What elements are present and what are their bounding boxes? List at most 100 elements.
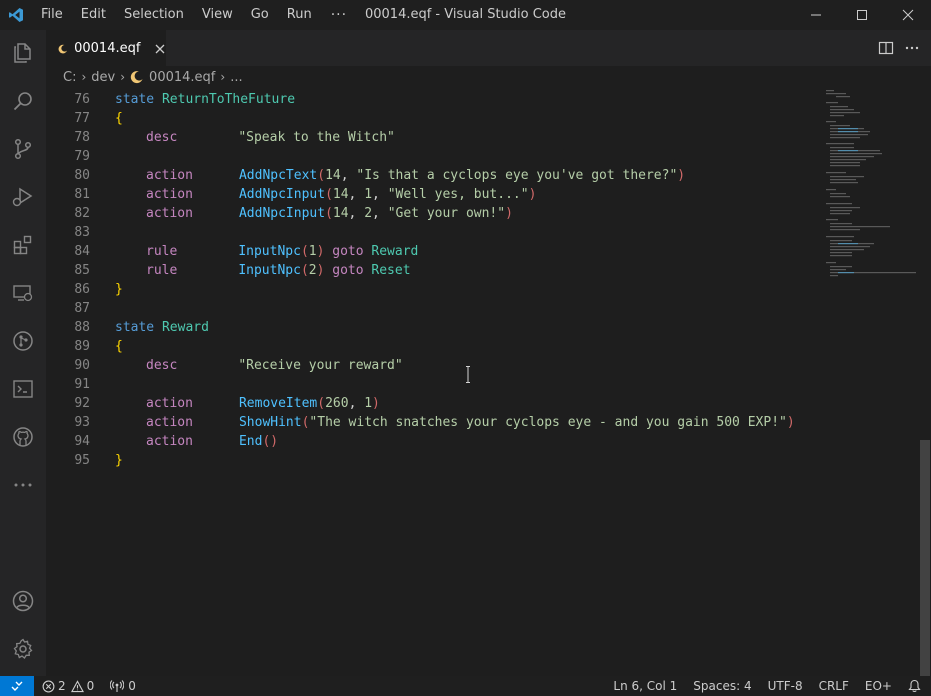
menu-more-button[interactable]: ··· <box>321 0 357 30</box>
code-line: action ShowHint("The witch snatches your … <box>115 413 795 432</box>
source-control-icon <box>14 138 32 160</box>
code-line: action End() <box>115 432 278 451</box>
minimap[interactable] <box>824 88 916 288</box>
code-line: desc "Receive your reward" <box>115 356 403 375</box>
separator: , <box>348 187 365 202</box>
line-number: 90 <box>74 358 90 373</box>
remote-icon <box>11 681 23 691</box>
string-literal: "The witch snatches your cyclops eye - a… <box>309 415 787 430</box>
split-editor-icon <box>878 41 894 55</box>
vertical-scrollbar[interactable] <box>917 88 931 676</box>
extensions-button[interactable] <box>0 222 46 268</box>
search-button[interactable] <box>0 78 46 124</box>
maximize-button[interactable] <box>839 0 885 30</box>
error-count: 2 <box>58 679 66 693</box>
line-number: 77 <box>74 111 90 126</box>
minimize-button[interactable] <box>793 0 839 30</box>
separator: , <box>348 206 365 221</box>
scrollbar-thumb[interactable] <box>920 440 930 676</box>
state-name: ReturnToTheFuture <box>161 92 296 107</box>
notifications-button[interactable] <box>900 676 931 696</box>
line-number: 83 <box>74 225 90 240</box>
paren: ( <box>317 396 326 411</box>
remote-explorer-button[interactable] <box>0 270 46 316</box>
moon-file-icon <box>130 71 143 84</box>
accounts-button[interactable] <box>0 578 46 624</box>
keyword-action: action <box>146 187 193 202</box>
remote-indicator-button[interactable] <box>0 676 34 696</box>
number-literal: 14 <box>325 168 341 183</box>
ports-count: 0 <box>128 679 136 693</box>
chevron-right-icon: › <box>81 70 87 84</box>
cursor-position[interactable]: Ln 6, Col 1 <box>605 676 685 696</box>
moon-file-icon <box>58 44 68 53</box>
breadcrumb-symbols[interactable]: ... <box>230 70 242 85</box>
keyword-desc: desc <box>146 130 178 145</box>
paren: ) <box>270 434 279 449</box>
close-window-button[interactable] <box>885 0 931 30</box>
status-bar-right: Ln 6, Col 1 Spaces: 4 UTF-8 CRLF EO+ <box>605 676 931 696</box>
breadcrumb-folder[interactable]: dev <box>91 70 115 85</box>
separator: , <box>340 168 357 183</box>
number-literal: 1 <box>364 187 373 202</box>
github-button[interactable] <box>0 414 46 460</box>
bell-icon <box>908 679 921 693</box>
line-number: 87 <box>74 301 90 316</box>
problems-button[interactable]: 2 0 <box>34 676 100 696</box>
ellipsis-icon <box>14 483 32 487</box>
line-number: 92 <box>74 396 90 411</box>
menu-selection[interactable]: Selection <box>115 0 193 30</box>
breadcrumb-drive[interactable]: C: <box>63 70 76 85</box>
manage-button[interactable] <box>0 626 46 672</box>
keyword-action: action <box>146 396 193 411</box>
encoding[interactable]: UTF-8 <box>760 676 811 696</box>
tab-close-button[interactable] <box>154 41 166 57</box>
number-literal: 2 <box>308 263 317 278</box>
breadcrumb-file[interactable]: 00014.eqf <box>130 70 215 85</box>
paren: ) <box>505 206 513 221</box>
error-icon <box>42 680 55 692</box>
terminal-button[interactable] <box>0 366 46 412</box>
menu-go[interactable]: Go <box>242 0 278 30</box>
menu-edit[interactable]: Edit <box>72 0 115 30</box>
function-name: InputNpc <box>238 244 301 259</box>
more-actions-button[interactable] <box>899 35 925 61</box>
number-literal: 1 <box>364 396 373 411</box>
line-number: 78 <box>74 130 90 145</box>
tab-00014-eqf[interactable]: 00014.eqf <box>46 30 166 66</box>
text-cursor-icon <box>466 366 470 383</box>
ports-button[interactable]: 0 <box>100 676 142 696</box>
run-debug-button[interactable] <box>0 174 46 220</box>
code-line: action AddNpcInput(14, 1, "Well yes, but.… <box>115 185 536 204</box>
code-line: desc "Speak to the Witch" <box>115 128 395 147</box>
gear-icon <box>13 638 33 659</box>
code-line: rule InputNpc(2) goto Reset <box>115 261 411 280</box>
minimize-icon <box>811 14 821 16</box>
indentation[interactable]: Spaces: 4 <box>685 676 759 696</box>
language-mode[interactable]: EO+ <box>857 676 900 696</box>
paren: ( <box>300 263 309 278</box>
menu-run[interactable]: Run <box>278 0 321 30</box>
menu-file[interactable]: File <box>32 0 72 30</box>
more-views-button[interactable] <box>0 462 46 508</box>
split-editor-button[interactable] <box>873 35 899 61</box>
paren: ( <box>325 187 333 202</box>
code-editor[interactable]: 76 77 78 79 80 81 82 83 84 85 86 87 88 8… <box>46 88 917 676</box>
goto-target: Reward <box>371 244 419 259</box>
git-graph-button[interactable] <box>0 318 46 364</box>
paren: ) <box>528 187 537 202</box>
state-name: Reward <box>161 320 209 335</box>
line-number: 91 <box>74 377 90 392</box>
line-number: 95 <box>74 453 90 468</box>
menu-view[interactable]: View <box>193 0 242 30</box>
keyword-action: action <box>146 168 193 183</box>
paren: ( <box>325 206 333 221</box>
separator: , <box>372 187 388 202</box>
source-control-button[interactable] <box>0 126 46 172</box>
close-icon <box>902 9 914 21</box>
string-literal: "Speak to the Witch" <box>238 130 395 145</box>
explorer-button[interactable] <box>0 30 46 76</box>
files-icon <box>14 43 31 63</box>
keyword-state: state <box>115 320 155 335</box>
end-of-line[interactable]: CRLF <box>811 676 857 696</box>
